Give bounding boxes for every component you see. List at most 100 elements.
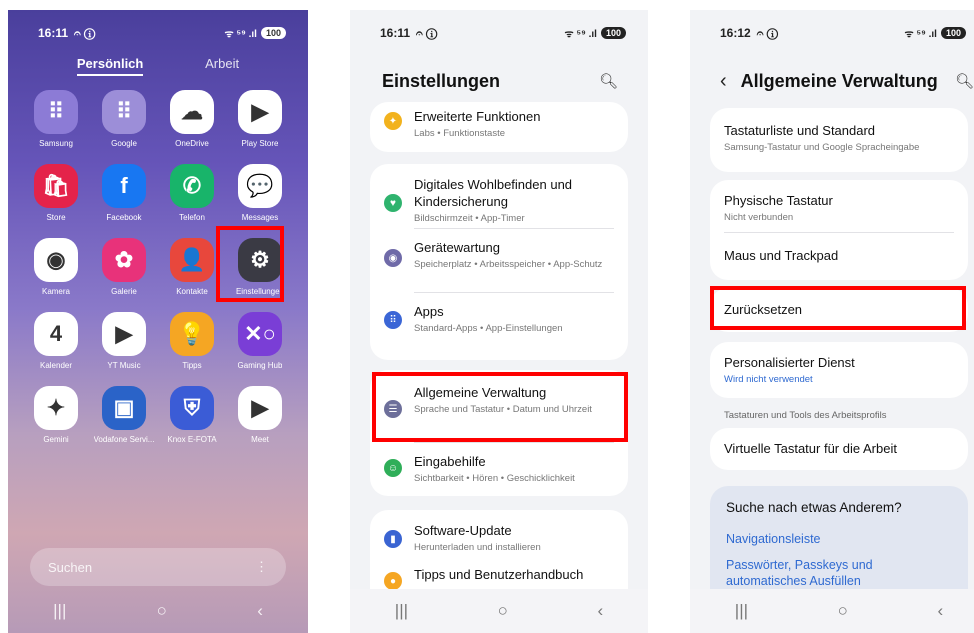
- camera-icon: ◉: [34, 238, 78, 282]
- settings-item-accessibility[interactable]: ☺ Eingabehilfe Sichtbarkeit • Hören • Ges…: [370, 443, 628, 485]
- item-title: Gerätewartung: [414, 240, 500, 255]
- search-menu-icon[interactable]: ⋮: [255, 559, 268, 575]
- navigation-bar: ||| ○ ‹: [350, 589, 648, 633]
- digital-wellbeing-icon: ♥: [384, 194, 402, 212]
- app-camera[interactable]: ◉ Kamera: [22, 238, 90, 296]
- yt-music-icon: ▶: [102, 312, 146, 356]
- item-subtitle: Labs • Funktionstaste: [414, 128, 505, 139]
- status-bar: 16:11 𝄐 ⓘ ᯤ ⁵⁹ .ıl 100: [8, 10, 308, 56]
- card-personalized-service: Personalisierter Dienst Wird nicht verwen…: [710, 342, 968, 398]
- phone-icon: ✆: [170, 164, 214, 208]
- app-label: Kamera: [41, 287, 70, 296]
- battery-icon: 100: [940, 27, 966, 39]
- signal-icon: ᯤ ⁵⁹ .ıl: [904, 29, 937, 40]
- search-icon[interactable]: 🔍︎: [955, 72, 974, 90]
- app-tips[interactable]: 💡 Tipps: [158, 312, 226, 370]
- app-label: Messages: [241, 213, 279, 222]
- app-messages[interactable]: 💬 Messages: [226, 164, 294, 222]
- status-time: 16:11: [38, 26, 69, 40]
- item-title: Apps: [414, 304, 444, 319]
- settings-item-apps[interactable]: ⠿ Apps Standard-Apps • App-Einstellungen: [370, 293, 628, 335]
- item-title: Tipps und Benutzerhandbuch: [414, 567, 584, 582]
- item-physical-keyboard[interactable]: Physische Tastatur Nicht verbunden: [710, 180, 968, 232]
- item-subtitle: Nicht verbunden: [724, 212, 794, 223]
- item-keyboard-list[interactable]: Tastaturliste und Standard Samsung-Tastat…: [710, 108, 968, 154]
- messages-icon: 💬: [238, 164, 282, 208]
- device-care-icon: ◉: [384, 249, 402, 267]
- galaxy-store-icon: 🛍: [34, 164, 78, 208]
- page-header: ‹ Allgemeine Verwaltung 🔍︎: [690, 66, 974, 96]
- tips-icon: 💡: [170, 312, 214, 356]
- signal-icon: ᯤ ⁵⁹ .ıl: [224, 29, 257, 40]
- suggestion-link-navigation-bar[interactable]: Navigationsleiste: [726, 531, 952, 547]
- item-subtitle: Wird nicht verwendet: [724, 374, 813, 385]
- item-title: Personalisierter Dienst: [724, 355, 855, 370]
- app-galaxy-store[interactable]: 🛍 Store: [22, 164, 90, 222]
- settings-item-software-update[interactable]: ▮ Software-Update Herunterladen und insta…: [370, 510, 628, 562]
- item-title: Software-Update: [414, 523, 512, 538]
- settings-item-digital-wellbeing[interactable]: ♥ Digitales Wohlbefinden und Kindersiche…: [370, 164, 628, 228]
- app-calendar[interactable]: 4 Kalender: [22, 312, 90, 370]
- app-yt-music[interactable]: ▶ YT Music: [90, 312, 158, 370]
- app-google-folder[interactable]: ⠿ Google: [90, 90, 158, 148]
- suggestion-link-passwords[interactable]: Passwörter, Passkeys und automatisches A…: [726, 557, 952, 589]
- item-subtitle: Sichtbarkeit • Hören • Geschicklichkeit: [414, 473, 575, 484]
- app-knox[interactable]: ⛨ Knox E-FOTA: [158, 386, 226, 444]
- recents-button[interactable]: |||: [395, 601, 408, 621]
- item-subtitle: Samsung-Tastatur und Google Spracheingab…: [724, 142, 920, 153]
- search-icon[interactable]: 🔍︎: [599, 72, 618, 90]
- status-bar: 16:12 𝄐 ⓘ ᯤ ⁵⁹ .ıl 100: [690, 10, 974, 56]
- tips-manual-icon: ●: [384, 572, 402, 590]
- back-button[interactable]: ‹: [938, 601, 944, 621]
- home-button[interactable]: ○: [157, 601, 167, 621]
- app-phone[interactable]: ✆ Telefon: [158, 164, 226, 222]
- settings-item-advanced-features[interactable]: ✦ Erweiterte Funktionen Labs • Funktionst…: [370, 102, 628, 140]
- back-button[interactable]: ‹: [257, 601, 263, 621]
- back-button[interactable]: ‹: [598, 601, 604, 621]
- app-label: Vodafone Servi...: [93, 435, 155, 444]
- item-title: Erweiterte Funktionen: [414, 109, 541, 124]
- card-input-devices: Physische Tastatur Nicht verbunden Maus u…: [710, 180, 968, 280]
- app-play-store[interactable]: ▶ Play Store: [226, 90, 294, 148]
- app-gallery[interactable]: ✿ Galerie: [90, 238, 158, 296]
- navigation-bar: ||| ○ ‹: [8, 589, 308, 633]
- app-label: Tipps: [182, 361, 202, 370]
- tab-work[interactable]: Arbeit: [205, 56, 239, 76]
- settings-card-advanced: ✦ Erweiterte Funktionen Labs • Funktionst…: [370, 102, 628, 152]
- app-gaming-hub[interactable]: ✕○ Gaming Hub: [226, 312, 294, 370]
- tab-personal[interactable]: Persönlich: [76, 56, 144, 76]
- back-arrow-icon[interactable]: ‹: [720, 70, 727, 93]
- app-gemini[interactable]: ✦ Gemini: [22, 386, 90, 444]
- app-samsung-folder[interactable]: ⠿ Samsung: [22, 90, 90, 148]
- settings-item-device-care[interactable]: ◉ Gerätewartung Speicherplatz • Arbeitssp…: [370, 229, 628, 292]
- home-button[interactable]: ○: [498, 601, 508, 621]
- highlight-settings-app: [216, 226, 284, 302]
- recents-button[interactable]: |||: [735, 601, 748, 621]
- meet-icon: ▶: [238, 386, 282, 430]
- home-search-bar[interactable]: Suchen ⋮: [30, 548, 286, 586]
- page-header: Einstellungen 🔍︎: [350, 66, 648, 96]
- settings-item-tips-manual[interactable]: ● Tipps und Benutzerhandbuch: [370, 562, 628, 590]
- software-update-icon: ▮: [384, 530, 402, 548]
- highlight-reset: [710, 286, 966, 330]
- app-facebook[interactable]: f Facebook: [90, 164, 158, 222]
- item-mouse-trackpad[interactable]: Maus und Trackpad: [710, 233, 968, 264]
- home-button[interactable]: ○: [838, 601, 848, 621]
- item-personalized-service[interactable]: Personalisierter Dienst Wird nicht verwen…: [710, 342, 968, 386]
- profile-tabs: Persönlich Arbeit: [8, 56, 308, 76]
- app-vodafone[interactable]: ▣ Vodafone Servi...: [90, 386, 158, 444]
- app-label: Play Store: [241, 139, 279, 148]
- item-subtitle: Bildschirmzeit • App-Timer: [414, 213, 525, 224]
- recents-button[interactable]: |||: [53, 601, 66, 621]
- calendar-icon: 4: [34, 312, 78, 356]
- battery-icon: 100: [260, 27, 286, 39]
- advanced-features-icon: ✦: [384, 112, 402, 130]
- status-icons: 𝄐 ⓘ: [74, 25, 96, 40]
- status-bar: 16:11 𝄐 ⓘ ᯤ ⁵⁹ .ıl 100: [350, 10, 648, 56]
- app-onedrive[interactable]: ☁ OneDrive: [158, 90, 226, 148]
- app-meet[interactable]: ▶ Meet: [226, 386, 294, 444]
- item-title: Virtuelle Tastatur für die Arbeit: [724, 441, 897, 456]
- item-subtitle: Standard-Apps • App-Einstellungen: [414, 323, 563, 334]
- item-work-keyboard[interactable]: Virtuelle Tastatur für die Arbeit: [710, 428, 968, 457]
- app-label: Store: [46, 213, 66, 222]
